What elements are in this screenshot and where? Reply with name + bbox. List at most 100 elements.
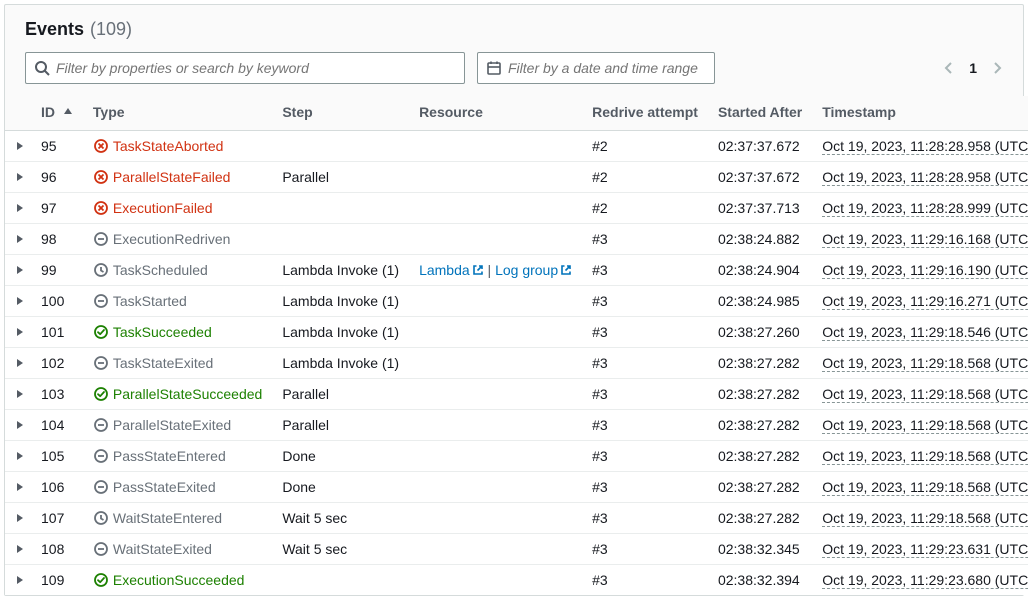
- cell-started: 02:37:37.672: [708, 162, 812, 193]
- header-type[interactable]: Type: [83, 96, 272, 131]
- cell-id: 97: [25, 193, 83, 224]
- events-table: ID Type Step Resource Redrive attempt St…: [5, 96, 1028, 595]
- table-row[interactable]: 103ParallelStateSucceededParallel#302:38…: [5, 379, 1028, 410]
- cell-step: Done: [272, 441, 409, 472]
- expand-row-icon[interactable]: [15, 420, 25, 430]
- cell-resource: [409, 534, 582, 565]
- table-row[interactable]: 96ParallelStateFailedParallel#202:37:37.…: [5, 162, 1028, 193]
- header-id[interactable]: ID: [25, 96, 83, 131]
- table-row[interactable]: 101TaskSucceededLambda Invoke (1)#302:38…: [5, 317, 1028, 348]
- timestamp-link[interactable]: Oct 19, 2023, 11:28:28.958 (UTC-07:00): [822, 169, 1028, 186]
- table-row[interactable]: 97ExecutionFailed#202:37:37.713Oct 19, 2…: [5, 193, 1028, 224]
- expand-row-icon[interactable]: [15, 172, 25, 182]
- header-resource[interactable]: Resource: [409, 96, 582, 131]
- timestamp-link[interactable]: Oct 19, 2023, 11:29:18.568 (UTC-07:00): [822, 386, 1028, 403]
- resource-links: Lambda | Log group: [419, 262, 572, 278]
- cell-type: ParallelStateFailed: [93, 169, 262, 185]
- cell-started: 02:37:37.672: [708, 131, 812, 162]
- header-redrive[interactable]: Redrive attempt: [582, 96, 708, 131]
- status-icon: [93, 262, 109, 278]
- timestamp-link[interactable]: Oct 19, 2023, 11:29:18.546 (UTC-07:00): [822, 324, 1028, 341]
- expand-row-icon[interactable]: [15, 513, 25, 523]
- expand-row-icon[interactable]: [15, 234, 25, 244]
- cell-redrive: #3: [582, 255, 708, 286]
- events-count: (109): [90, 19, 132, 40]
- cell-type: TaskScheduled: [93, 262, 262, 278]
- table-row[interactable]: 108WaitStateExitedWait 5 sec#302:38:32.3…: [5, 534, 1028, 565]
- timestamp-link[interactable]: Oct 19, 2023, 11:29:18.568 (UTC-07:00): [822, 510, 1028, 527]
- table-row[interactable]: 99TaskScheduledLambda Invoke (1)Lambda |…: [5, 255, 1028, 286]
- table-row[interactable]: 109ExecutionSucceeded#302:38:32.394Oct 1…: [5, 565, 1028, 596]
- header-timestamp[interactable]: Timestamp: [812, 96, 1028, 131]
- timestamp-link[interactable]: Oct 19, 2023, 11:29:16.168 (UTC-07:00): [822, 231, 1028, 248]
- table-row[interactable]: 105PassStateEnteredDone#302:38:27.282Oct…: [5, 441, 1028, 472]
- status-icon: [93, 572, 109, 588]
- pager-current[interactable]: 1: [969, 60, 977, 76]
- timestamp-link[interactable]: Oct 19, 2023, 11:29:16.271 (UTC-07:00): [822, 293, 1028, 310]
- expand-row-icon[interactable]: [15, 389, 25, 399]
- table-row[interactable]: 95TaskStateAborted#202:37:37.672Oct 19, …: [5, 131, 1028, 162]
- status-icon: [93, 386, 109, 402]
- events-panel: Events (109) 1: [4, 4, 1024, 596]
- expand-row-icon[interactable]: [15, 358, 25, 368]
- expand-row-icon[interactable]: [15, 544, 25, 554]
- cell-type: WaitStateExited: [93, 541, 262, 557]
- cell-timestamp: Oct 19, 2023, 11:29:16.168 (UTC-07:00): [812, 224, 1028, 255]
- table-row[interactable]: 98ExecutionRedriven#302:38:24.882Oct 19,…: [5, 224, 1028, 255]
- cell-type: WaitStateEntered: [93, 510, 262, 526]
- cell-type: PassStateEntered: [93, 448, 262, 464]
- timestamp-link[interactable]: Oct 19, 2023, 11:29:16.190 (UTC-07:00): [822, 262, 1028, 279]
- expand-row-icon[interactable]: [15, 451, 25, 461]
- timestamp-link[interactable]: Oct 19, 2023, 11:29:18.568 (UTC-07:00): [822, 355, 1028, 372]
- timestamp-link[interactable]: Oct 19, 2023, 11:29:18.568 (UTC-07:00): [822, 448, 1028, 465]
- table-row[interactable]: 100TaskStartedLambda Invoke (1)#302:38:2…: [5, 286, 1028, 317]
- cell-id: 109: [25, 565, 83, 596]
- pagination: 1: [943, 60, 1003, 76]
- status-icon: [93, 200, 109, 216]
- status-icon: [93, 510, 109, 526]
- event-type-label: TaskSucceeded: [113, 324, 212, 340]
- date-input[interactable]: [508, 60, 706, 76]
- keyword-filter[interactable]: [25, 52, 465, 84]
- pager-prev[interactable]: [943, 62, 955, 74]
- timestamp-link[interactable]: Oct 19, 2023, 11:29:23.680 (UTC-07:00): [822, 572, 1028, 589]
- cell-id: 103: [25, 379, 83, 410]
- table-row[interactable]: 102TaskStateExitedLambda Invoke (1)#302:…: [5, 348, 1028, 379]
- timestamp-link[interactable]: Oct 19, 2023, 11:28:28.958 (UTC-07:00): [822, 138, 1028, 155]
- cell-type: TaskSucceeded: [93, 324, 262, 340]
- cell-timestamp: Oct 19, 2023, 11:29:18.568 (UTC-07:00): [812, 379, 1028, 410]
- cell-redrive: #3: [582, 441, 708, 472]
- event-type-label: ExecutionRedriven: [113, 231, 231, 247]
- table-row[interactable]: 106PassStateExitedDone#302:38:27.282Oct …: [5, 472, 1028, 503]
- status-icon: [93, 324, 109, 340]
- cell-step: [272, 224, 409, 255]
- expand-row-icon[interactable]: [15, 575, 25, 585]
- expand-row-icon[interactable]: [15, 141, 25, 151]
- timestamp-link[interactable]: Oct 19, 2023, 11:28:28.999 (UTC-07:00): [822, 200, 1028, 217]
- cell-redrive: #3: [582, 379, 708, 410]
- resource-link-b[interactable]: Log group: [495, 262, 572, 278]
- expand-row-icon[interactable]: [15, 296, 25, 306]
- cell-id: 101: [25, 317, 83, 348]
- cell-type: TaskStateExited: [93, 355, 262, 371]
- header-step[interactable]: Step: [272, 96, 409, 131]
- keyword-input[interactable]: [56, 60, 456, 76]
- resource-link-a[interactable]: Lambda: [419, 262, 484, 278]
- expand-row-icon[interactable]: [15, 265, 25, 275]
- cell-timestamp: Oct 19, 2023, 11:28:28.958 (UTC-07:00): [812, 131, 1028, 162]
- expand-row-icon[interactable]: [15, 203, 25, 213]
- expand-row-icon[interactable]: [15, 482, 25, 492]
- expand-row-icon[interactable]: [15, 327, 25, 337]
- cell-resource: [409, 162, 582, 193]
- pager-next[interactable]: [991, 62, 1003, 74]
- cell-started: 02:38:24.985: [708, 286, 812, 317]
- cell-timestamp: Oct 19, 2023, 11:29:23.680 (UTC-07:00): [812, 565, 1028, 596]
- cell-type: ExecutionRedriven: [93, 231, 262, 247]
- table-row[interactable]: 107WaitStateEnteredWait 5 sec#302:38:27.…: [5, 503, 1028, 534]
- table-row[interactable]: 104ParallelStateExitedParallel#302:38:27…: [5, 410, 1028, 441]
- header-started[interactable]: Started After: [708, 96, 812, 131]
- date-filter[interactable]: [477, 52, 715, 84]
- timestamp-link[interactable]: Oct 19, 2023, 11:29:18.568 (UTC-07:00): [822, 417, 1028, 434]
- timestamp-link[interactable]: Oct 19, 2023, 11:29:18.568 (UTC-07:00): [822, 479, 1028, 496]
- timestamp-link[interactable]: Oct 19, 2023, 11:29:23.631 (UTC-07:00): [822, 541, 1028, 558]
